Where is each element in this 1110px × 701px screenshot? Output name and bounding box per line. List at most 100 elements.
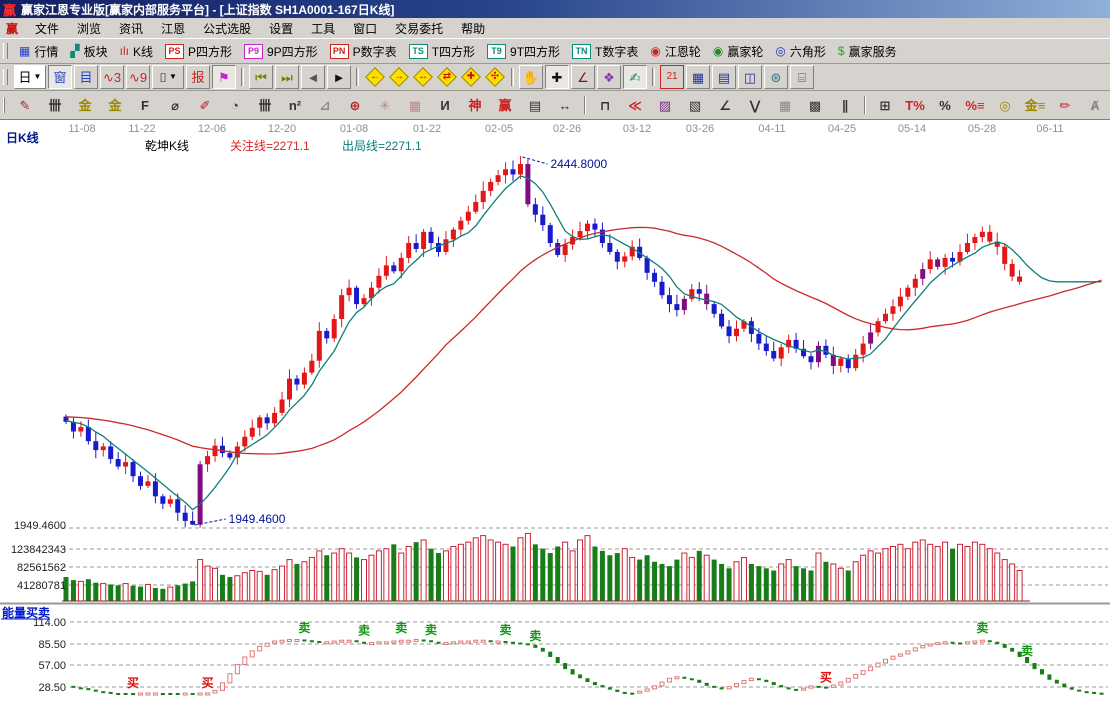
draw-tool-a-strike[interactable]: Ⱥ bbox=[1081, 94, 1109, 116]
draw-tool-gold-lines-1[interactable]: 金 bbox=[71, 94, 99, 116]
toolbar-button-9p-square[interactable]: P9 9P四方形 bbox=[238, 41, 324, 62]
toolbar-button-network[interactable]: ⊛ bbox=[764, 65, 788, 89]
draw-tool-pen-lines[interactable]: ✐ bbox=[191, 94, 219, 116]
toolbar-button-gann-arrow-cross[interactable]: ✚ bbox=[460, 66, 482, 88]
toolbar-grip[interactable] bbox=[3, 69, 8, 85]
menu-item-browse[interactable]: 浏览 bbox=[68, 19, 110, 38]
draw-tool-n-square[interactable]: n² bbox=[281, 94, 309, 116]
toolbar-button-hexagon[interactable]: ◎ 六角形 bbox=[769, 41, 832, 62]
draw-tool-gold-bars[interactable]: 金≡ bbox=[1021, 94, 1049, 116]
toolbar-button-hand-tool[interactable]: ✋ bbox=[519, 65, 543, 89]
toolbar-button-pattern-tool[interactable]: ❖ bbox=[597, 65, 621, 89]
draw-tool-stats[interactable]: ⊞ bbox=[871, 94, 899, 116]
menu-item-news[interactable]: 资讯 bbox=[110, 19, 152, 38]
toolbar-button-crosshair-tool[interactable]: ✚ bbox=[545, 65, 569, 89]
draw-tool-box-tool[interactable]: ⊓ bbox=[591, 94, 619, 116]
toolbar-button-info-panel[interactable]: 目 bbox=[74, 65, 98, 89]
draw-tool-grid-box[interactable]: ▧ bbox=[681, 94, 709, 116]
toolbar-button-gann-arrow-swap[interactable]: ⇄ bbox=[436, 66, 458, 88]
main-chart[interactable]: 11-08 11-22 12-06 12-20 01-08 01-22 02-05 02-26… bbox=[0, 120, 1110, 696]
toolbar-button-t-square[interactable]: TS T四方形 bbox=[403, 41, 481, 62]
toolbar-button-save[interactable]: ◫ bbox=[738, 65, 762, 89]
energy-bar bbox=[748, 677, 754, 682]
toolbar-button-wave-3[interactable]: ∿3 bbox=[100, 65, 124, 89]
draw-tool-parallel[interactable]: ∥ bbox=[831, 94, 859, 116]
draw-tool-f-lines[interactable]: F bbox=[131, 94, 159, 116]
draw-tool-spiral[interactable]: ⌀ bbox=[161, 94, 189, 116]
menu-item-formula-stock-pick[interactable]: 公式选股 bbox=[194, 19, 260, 38]
draw-tool-grid-web[interactable]: ▦ bbox=[401, 94, 429, 116]
draw-tool-ying-lines[interactable]: 赢 bbox=[491, 94, 519, 116]
draw-tool-percent[interactable]: % bbox=[931, 94, 959, 116]
menu-item-gann[interactable]: 江恩 bbox=[152, 19, 194, 38]
draw-tool-grid-a[interactable]: ▦ bbox=[771, 94, 799, 116]
toolbar-button-sectors[interactable]: ▞ 板块 bbox=[64, 41, 113, 62]
menu-item-trade[interactable]: 交易委托 bbox=[386, 19, 452, 38]
draw-tool-ruler-123[interactable]: ▤ bbox=[521, 94, 549, 116]
menu-item-tools[interactable]: 工具 bbox=[302, 19, 344, 38]
toolbar-button-kline[interactable]: ılı K线 bbox=[114, 41, 159, 62]
draw-tool-angle-mirror[interactable]: ⊿ bbox=[311, 94, 339, 116]
toolbar-button-p-digit-table[interactable]: PN P数字表 bbox=[324, 41, 403, 62]
title-bar[interactable]: 赢 赢家江恩专业版[赢家内部服务平台] - [上证指数 SH1A0001-167… bbox=[0, 0, 1110, 18]
draw-tool-pencil-a[interactable]: ✏ bbox=[1051, 94, 1079, 116]
draw-tool-trend-angle[interactable]: ∠ bbox=[711, 94, 739, 116]
menu-item-help[interactable]: 帮助 bbox=[452, 19, 494, 38]
draw-tool-clock-3[interactable]: ◔ bbox=[221, 94, 249, 116]
toolbar-button-notepad[interactable]: ▤ bbox=[712, 65, 736, 89]
toolbar-button-report[interactable]: 报 bbox=[186, 65, 210, 89]
toolbar-button-calendar-21[interactable]: 21 bbox=[660, 65, 684, 89]
toolbar-button-first-page[interactable]: ⏮ bbox=[249, 65, 273, 89]
draw-tool-percent-line[interactable]: %≡ bbox=[961, 94, 989, 116]
toolbar-button-flag[interactable]: ⚑ bbox=[212, 65, 236, 89]
toolbar-button-gann-arrow-out[interactable]: ✣ bbox=[484, 66, 506, 88]
toolbar-grip[interactable] bbox=[3, 43, 8, 59]
toolbar-button-page-next[interactable]: ► bbox=[327, 65, 351, 89]
toolbar-button-period-day[interactable]: 日 ▼ bbox=[14, 65, 46, 89]
draw-tool-ticks[interactable]: 卌 bbox=[251, 94, 279, 116]
toolbar-button-gann-arrow-right[interactable]: → bbox=[388, 66, 410, 88]
draw-tool-zigzag[interactable]: ⋁ bbox=[741, 94, 769, 116]
zigzag-icon: ⋁ bbox=[749, 97, 761, 113]
menu-item-window[interactable]: 窗口 bbox=[344, 19, 386, 38]
toolbar-button-winner-service[interactable]: $ 赢家服务 bbox=[832, 41, 903, 62]
draw-tool-grid-b[interactable]: ▩ bbox=[801, 94, 829, 116]
toolbar-button-last-page[interactable]: ⏭ bbox=[275, 65, 299, 89]
menu-item-file[interactable]: 文件 bbox=[26, 19, 68, 38]
a-strike-icon: Ⱥ bbox=[1090, 97, 1100, 113]
menu-item-settings[interactable]: 设置 bbox=[260, 19, 302, 38]
energy-bar bbox=[830, 684, 836, 688]
toolbar-button-draw-tool[interactable]: ✍ bbox=[623, 65, 647, 89]
toolbar-grip[interactable] bbox=[3, 97, 5, 113]
sell-marker: 卖 bbox=[1021, 643, 1033, 658]
toolbar-button-quotes[interactable]: ▦ 行情 bbox=[13, 41, 64, 62]
toolbar-button-page-prev[interactable]: ◄ bbox=[301, 65, 325, 89]
toolbar-button-calculator[interactable]: ▦ bbox=[686, 65, 710, 89]
toolbar-button-angle-tool[interactable]: ∠ bbox=[571, 65, 595, 89]
toolbar-button-gann-wheel[interactable]: ◉ 江恩轮 bbox=[644, 41, 707, 62]
toolbar-button-winner-wheel[interactable]: ◉ 赢家轮 bbox=[707, 41, 770, 62]
toolbar-button-t-digit-table[interactable]: TN T数字表 bbox=[566, 41, 644, 62]
draw-tool-shade-box[interactable]: ▨ bbox=[651, 94, 679, 116]
draw-tool-circle-cross[interactable]: ⊕ bbox=[341, 94, 369, 116]
draw-tool-width-arrows[interactable]: ↔ bbox=[551, 94, 579, 116]
draw-tool-pen[interactable]: ✎ bbox=[11, 94, 39, 116]
toolbar-button-gann-arrow-left[interactable]: ← bbox=[364, 66, 386, 88]
draw-tool-tick-lines[interactable]: 卌 bbox=[41, 94, 69, 116]
candle-body bbox=[540, 214, 546, 226]
draw-tool-shen-lines[interactable]: 神 bbox=[461, 94, 489, 116]
toolbar-button-p-square[interactable]: PS P四方形 bbox=[159, 41, 238, 62]
toolbar-button-view-chart[interactable]: 窗 bbox=[48, 65, 72, 89]
draw-tool-wave-n[interactable]: И bbox=[431, 94, 459, 116]
toolbar-button-wave-9[interactable]: ∿9 bbox=[126, 65, 150, 89]
draw-tool-star-web[interactable]: ✳ bbox=[371, 94, 399, 116]
toolbar-button-9t-square[interactable]: T9 9T四方形 bbox=[481, 41, 566, 62]
crosshair-tool-icon: ✚ bbox=[551, 69, 563, 85]
draw-tool-gold-circle[interactable]: ◎ bbox=[991, 94, 1019, 116]
toolbar-button-computer[interactable]: ⌸ bbox=[790, 65, 814, 89]
draw-tool-t-percent[interactable]: T% bbox=[901, 94, 929, 116]
draw-tool-gold-lines-2[interactable]: 金 bbox=[101, 94, 129, 116]
draw-tool-fan-lines[interactable]: ≪ bbox=[621, 94, 649, 116]
toolbar-button-gann-arrow-h[interactable]: ↔ bbox=[412, 66, 434, 88]
toolbar-button-candle-type[interactable]: ⌷ ▼ bbox=[152, 65, 184, 89]
